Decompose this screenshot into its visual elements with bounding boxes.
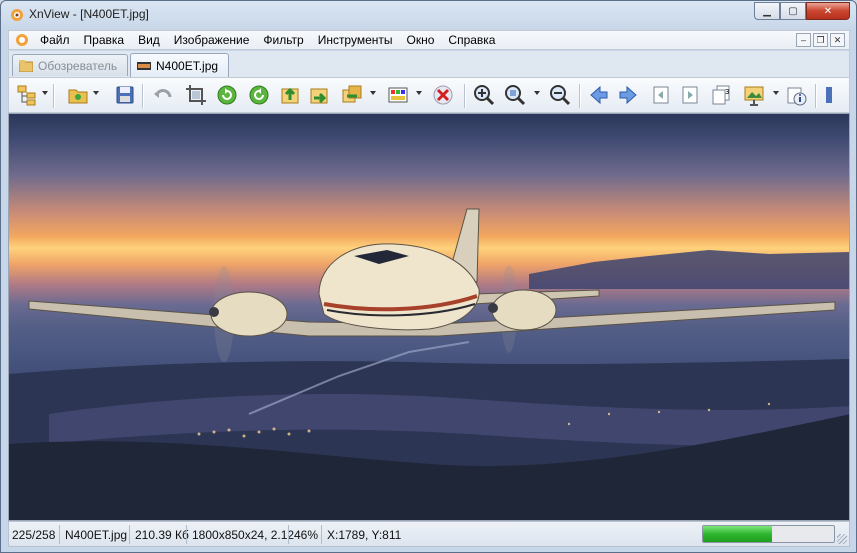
minimize-icon: ▁ [763, 5, 771, 17]
minimize-button[interactable]: ▁ [754, 2, 780, 20]
tab-browser-label: Обозреватель [38, 58, 118, 73]
image-thumbnail-icon [137, 61, 151, 70]
multi-page-icon[interactable]: 3 [709, 83, 733, 107]
mdi-restore-button[interactable]: ❐ [813, 33, 828, 47]
status-separator [288, 525, 289, 544]
share-icon[interactable] [307, 83, 331, 107]
resize-grip-icon[interactable] [837, 534, 847, 544]
open-dropdown-arrow[interactable] [93, 91, 99, 95]
status-filesize: 210.39 Кб [135, 528, 189, 542]
menu-help[interactable]: Справка [448, 33, 495, 47]
first-image-icon[interactable] [649, 83, 673, 107]
toolbar-separator [142, 84, 144, 108]
menu-tools[interactable]: Инструменты [318, 33, 393, 47]
mdi-minimize-button[interactable]: – [796, 33, 811, 47]
status-coordinates: X:1789, Y:811 [327, 528, 402, 542]
tab-strip: Обозреватель N400ET.jpg [8, 51, 850, 77]
crop-icon[interactable] [184, 83, 208, 107]
previous-icon[interactable] [587, 83, 611, 107]
progress-bar [702, 525, 835, 543]
mdi-buttons: – ❐ ✕ [796, 33, 845, 47]
properties-icon[interactable] [785, 83, 809, 107]
toolbar-overflow-icon[interactable] [821, 83, 837, 107]
window-title: XnView - [N400ET.jpg] [29, 7, 149, 21]
menu-file[interactable]: Файл [40, 33, 70, 47]
last-image-icon[interactable] [678, 83, 702, 107]
status-separator [59, 525, 60, 544]
mdi-close-button[interactable]: ✕ [830, 33, 845, 47]
tab-image-label: N400ET.jpg [156, 58, 219, 73]
zoom-in-icon[interactable] [472, 83, 496, 107]
menu-image[interactable]: Изображение [174, 33, 250, 47]
toolbar-separator [579, 84, 581, 108]
status-separator [129, 525, 130, 544]
browser-dropdown-arrow[interactable] [42, 91, 48, 95]
menu-edit[interactable]: Правка [84, 33, 125, 47]
status-filename: N400ET.jpg [65, 528, 128, 542]
toolbar-separator [464, 84, 466, 108]
browser-folder-icon [19, 59, 33, 72]
toolbar-separator [53, 84, 55, 108]
progress-fill [703, 526, 773, 542]
toolbar-separator [815, 84, 817, 108]
menu-window[interactable]: Окно [407, 33, 435, 47]
toolbar: 3 [8, 77, 850, 113]
maximize-button[interactable]: ▢ [780, 2, 806, 20]
menu-items: Файл Правка Вид Изображение Фильтр Инстр… [40, 33, 509, 47]
next-icon[interactable] [616, 83, 640, 107]
maximize-icon: ▢ [788, 5, 798, 17]
xnview-logo-icon [11, 9, 23, 21]
color-palette-icon[interactable] [386, 83, 410, 107]
document-system-menu-icon[interactable] [15, 33, 29, 47]
menu-bar: Файл Правка Вид Изображение Фильтр Инстр… [8, 30, 850, 50]
close-icon: ✕ [823, 5, 833, 17]
convert-icon[interactable] [340, 83, 364, 107]
image-viewer[interactable] [8, 113, 850, 521]
rotate-left-icon[interactable] [215, 83, 239, 107]
color-dropdown-arrow[interactable] [416, 91, 422, 95]
aircraft-sunset-photo [9, 208, 849, 520]
zoom-fit-icon[interactable] [503, 83, 527, 107]
status-separator [321, 525, 322, 544]
save-icon[interactable] [113, 83, 137, 107]
tab-image[interactable]: N400ET.jpg [130, 53, 229, 77]
delete-icon[interactable] [431, 83, 455, 107]
tab-browser[interactable]: Обозреватель [12, 54, 128, 76]
status-bar: 225/258 N400ET.jpg 210.39 Кб 1800x850x24… [8, 521, 850, 547]
status-dimensions: 1800x850x24, 2.12 [192, 528, 295, 542]
slideshow-dropdown-arrow[interactable] [773, 91, 779, 95]
zoom-dropdown-arrow[interactable] [534, 91, 540, 95]
slideshow-icon[interactable] [742, 83, 766, 107]
open-folder-icon[interactable] [66, 83, 90, 107]
status-image-index: 225/258 [12, 528, 56, 542]
zoom-out-icon[interactable] [548, 83, 572, 107]
title-bar[interactable]: XnView - [N400ET.jpg] ▁ ▢ ✕ [1, 1, 856, 29]
status-separator [186, 525, 187, 544]
caption-buttons: ▁ ▢ ✕ [754, 2, 850, 21]
status-zoom: 46% [294, 528, 319, 542]
undo-icon[interactable] [151, 83, 175, 107]
svg-text:3: 3 [725, 88, 729, 96]
export-icon[interactable] [278, 83, 302, 107]
menu-filter[interactable]: Фильтр [263, 33, 303, 47]
browser-tree-icon[interactable] [15, 83, 39, 107]
menu-view[interactable]: Вид [138, 33, 160, 47]
close-button[interactable]: ✕ [806, 2, 850, 20]
main-window: XnView - [N400ET.jpg] ▁ ▢ ✕ Файл Правка … [0, 0, 857, 553]
convert-dropdown-arrow[interactable] [370, 91, 376, 95]
rotate-right-icon[interactable] [247, 83, 271, 107]
